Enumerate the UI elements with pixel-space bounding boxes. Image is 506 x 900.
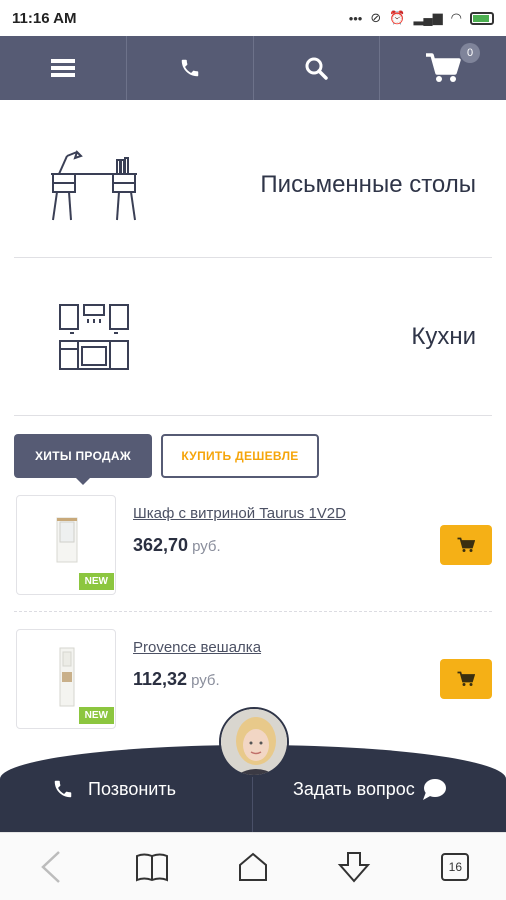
product-name-link[interactable]: Шкаф с витриной Taurus 1V2D xyxy=(133,505,346,522)
product-item: NEW Шкаф с витриной Taurus 1V2D 362,70 ру… xyxy=(14,495,492,605)
tabs-button[interactable]: 16 xyxy=(430,842,480,892)
tabs-count: 16 xyxy=(448,859,463,874)
download-button[interactable] xyxy=(329,842,379,892)
call-label: Позвонить xyxy=(88,778,176,799)
back-button[interactable] xyxy=(26,842,76,892)
add-to-cart-button[interactable] xyxy=(440,659,492,699)
product-image[interactable]: NEW xyxy=(16,495,116,595)
category-label: Письменные столы xyxy=(260,171,476,198)
cart-icon xyxy=(426,53,461,82)
product-image[interactable]: NEW xyxy=(16,629,116,729)
download-arrow-icon xyxy=(337,851,371,883)
book-icon xyxy=(135,853,168,882)
top-nav: 0 xyxy=(0,36,506,100)
consultant-avatar[interactable] xyxy=(219,707,289,777)
divider xyxy=(14,611,492,612)
alarm-icon: ⏰ xyxy=(389,10,406,25)
search-icon xyxy=(305,57,329,80)
divider xyxy=(14,415,492,416)
phone-icon xyxy=(181,59,198,77)
new-badge: NEW xyxy=(78,573,114,590)
call-button[interactable]: Позвонить xyxy=(52,774,176,804)
wifi-icon: ◠ xyxy=(450,10,462,25)
new-badge: NEW xyxy=(78,707,114,724)
status-time: 11:16 AM xyxy=(12,9,77,27)
signal-icon: ▂▄▆ xyxy=(413,10,443,25)
tab-bestsellers[interactable]: ХИТЫ ПРОДАЖ xyxy=(14,434,152,485)
product-price: 362,70 руб. xyxy=(133,535,221,556)
status-bar: 11:16 AM ••• ⊘ ⏰ ▂▄▆ ◠ xyxy=(0,0,506,36)
divider xyxy=(14,257,492,258)
menu-button[interactable] xyxy=(0,36,127,100)
browser-toolbar: 16 xyxy=(0,832,506,900)
ask-question-button[interactable]: Задать вопрос xyxy=(293,774,447,804)
desk-icon xyxy=(14,148,174,223)
bookmarks-button[interactable] xyxy=(127,842,177,892)
price-value: 112,32 xyxy=(133,669,188,689)
phone-button[interactable] xyxy=(127,36,254,100)
kitchen-icon xyxy=(14,303,174,371)
ask-label: Задать вопрос xyxy=(293,778,415,799)
phone-icon xyxy=(54,780,72,798)
cart-count-badge: 0 xyxy=(460,43,480,63)
chat-bubble-icon xyxy=(422,779,446,800)
home-button[interactable] xyxy=(228,842,278,892)
chevron-left-icon xyxy=(40,850,60,883)
more-icon: ••• xyxy=(348,10,363,26)
hamburger-icon xyxy=(50,59,75,77)
cart-icon xyxy=(457,537,475,552)
add-to-cart-button[interactable] xyxy=(440,525,492,565)
category-desks[interactable]: Письменные столы xyxy=(14,130,492,240)
price-currency: руб. xyxy=(192,538,221,555)
divider xyxy=(252,775,253,832)
tab-buy-cheaper[interactable]: КУПИТЬ ДЕШЕВЛЕ xyxy=(161,434,319,478)
search-button[interactable] xyxy=(254,36,381,100)
price-value: 362,70 xyxy=(133,535,189,555)
mute-icon: ⊘ xyxy=(370,10,382,25)
category-label: Кухни xyxy=(411,323,476,350)
status-icons: ••• ⊘ ⏰ ▂▄▆ ◠ xyxy=(349,10,494,26)
product-name-link[interactable]: Provence вешалка xyxy=(133,639,261,656)
product-price: 112,32 руб. xyxy=(133,669,220,690)
category-kitchens[interactable]: Кухни xyxy=(14,282,492,392)
cart-icon xyxy=(457,671,475,686)
battery-icon xyxy=(470,11,494,25)
price-currency: руб. xyxy=(191,672,220,689)
home-icon xyxy=(238,852,267,881)
cart-button[interactable]: 0 xyxy=(380,36,506,100)
